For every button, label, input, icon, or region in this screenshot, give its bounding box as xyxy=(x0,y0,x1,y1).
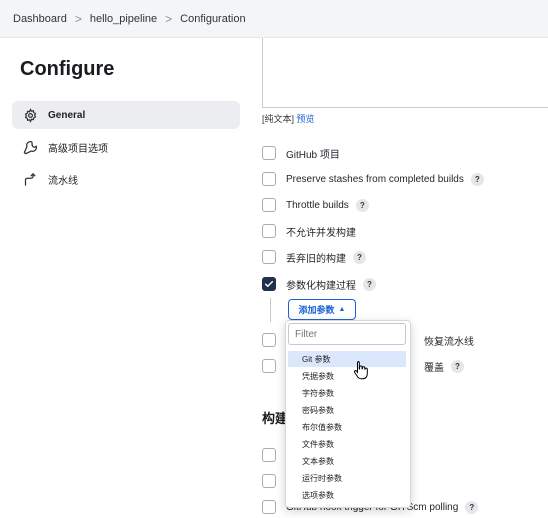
throttle-builds-checkbox[interactable] xyxy=(262,198,276,212)
option-label: Preserve stashes from completed builds xyxy=(286,173,464,185)
option-hidden-2[interactable] xyxy=(262,472,286,490)
override-checkbox[interactable] xyxy=(262,359,276,373)
option-no-concurrent[interactable]: 不允许并发构建 xyxy=(262,222,356,240)
description-format-links: [纯文本] 预览 xyxy=(262,112,315,125)
option-label: 参数化构建过程 xyxy=(286,280,356,292)
breadcrumb-dashboard[interactable]: Dashboard xyxy=(13,13,67,25)
page-title: Configure xyxy=(20,58,115,80)
gear-icon xyxy=(22,107,38,123)
option-label: 丢弃旧的构建 xyxy=(286,253,346,265)
caret-up-icon: ▲ xyxy=(338,306,346,313)
help-icon[interactable]: ? xyxy=(355,198,369,212)
wrench-icon xyxy=(22,139,38,155)
resume-pipeline-checkbox[interactable] xyxy=(262,333,276,347)
trigger-checkbox[interactable] xyxy=(262,448,276,462)
breadcrumb-hello-pipeline[interactable]: hello_pipeline xyxy=(90,13,157,25)
option-parameterized[interactable]: 参数化构建过程 ? xyxy=(262,275,376,293)
description-textarea[interactable] xyxy=(262,38,548,108)
parameterized-checkbox[interactable] xyxy=(262,277,276,291)
parameter-type-dropdown: Git 参数 凭据参数 字符参数 密码参数 布尔值参数 文件参数 文本参数 运行… xyxy=(285,320,411,508)
check-icon xyxy=(264,280,274,288)
filter-input[interactable] xyxy=(288,323,406,345)
breadcrumb: Dashboard > hello_pipeline > Configurati… xyxy=(0,0,548,38)
pipeline-icon xyxy=(22,171,38,187)
menu-item-choice-param[interactable]: 选项参数 xyxy=(288,487,406,503)
menu-item-credentials-param[interactable]: 凭据参数 xyxy=(288,368,406,384)
add-parameter-label: 添加参数 xyxy=(298,305,335,315)
chevron-right-icon: > xyxy=(74,11,82,26)
option-preserve-stashes[interactable]: Preserve stashes from completed builds ? xyxy=(262,170,484,188)
menu-item-password-param[interactable]: 密码参数 xyxy=(288,402,406,418)
menu-item-runtime-param[interactable]: 运行时参数 xyxy=(288,470,406,486)
option-throttle-builds[interactable]: Throttle builds ? xyxy=(262,196,369,214)
discard-old-checkbox[interactable] xyxy=(262,250,276,264)
option-label-partial: 覆盖 xyxy=(424,362,444,374)
sidebar-item-general[interactable]: General xyxy=(12,101,240,129)
sidebar-item-label: 高级项目选项 xyxy=(48,143,108,155)
option-label: 不允许并发构建 xyxy=(286,227,356,239)
plain-text-label: [纯文本] xyxy=(262,114,295,124)
hand-cursor-icon xyxy=(353,360,369,385)
option-github-project[interactable]: GitHub 项目 xyxy=(262,144,340,162)
github-hook-checkbox[interactable] xyxy=(262,500,276,514)
sidebar: Configure General 高级项目选项 流水线 xyxy=(0,38,250,518)
sidebar-item-label: 流水线 xyxy=(48,175,78,187)
preserve-stashes-checkbox[interactable] xyxy=(262,172,276,186)
menu-item-string-param[interactable]: 字符参数 xyxy=(288,385,406,401)
sidebar-item-pipeline[interactable]: 流水线 xyxy=(12,165,240,193)
menu-item-file-param[interactable]: 文件参数 xyxy=(288,436,406,452)
add-parameter-button[interactable]: 添加参数 ▲ xyxy=(288,299,356,320)
option-discard-old[interactable]: 丢弃旧的构建 ? xyxy=(262,248,366,266)
menu-item-boolean-param[interactable]: 布尔值参数 xyxy=(288,419,406,435)
menu-item-text-param[interactable]: 文本参数 xyxy=(288,453,406,469)
help-icon[interactable]: ? xyxy=(465,500,479,514)
menu-item-git-param[interactable]: Git 参数 xyxy=(288,351,406,367)
breadcrumb-configuration[interactable]: Configuration xyxy=(180,13,245,25)
trigger-checkbox[interactable] xyxy=(262,474,276,488)
nested-indent-line xyxy=(270,298,271,322)
no-concurrent-checkbox[interactable] xyxy=(262,224,276,238)
option-hidden-1[interactable] xyxy=(262,446,286,464)
help-icon[interactable]: ? xyxy=(363,277,376,291)
option-label: Throttle builds xyxy=(286,199,349,211)
help-icon[interactable]: ? xyxy=(470,172,484,186)
help-icon[interactable]: ? xyxy=(451,359,464,373)
chevron-right-icon: > xyxy=(165,11,173,26)
preview-link[interactable]: 预览 xyxy=(297,114,315,124)
sidebar-item-label: General xyxy=(48,109,86,121)
help-icon[interactable]: ? xyxy=(353,250,366,264)
github-project-checkbox[interactable] xyxy=(262,146,276,160)
option-label: GitHub 项目 xyxy=(286,149,340,161)
sidebar-item-advanced[interactable]: 高级项目选项 xyxy=(12,133,240,161)
option-label-partial: 恢复流水线 xyxy=(424,336,474,348)
